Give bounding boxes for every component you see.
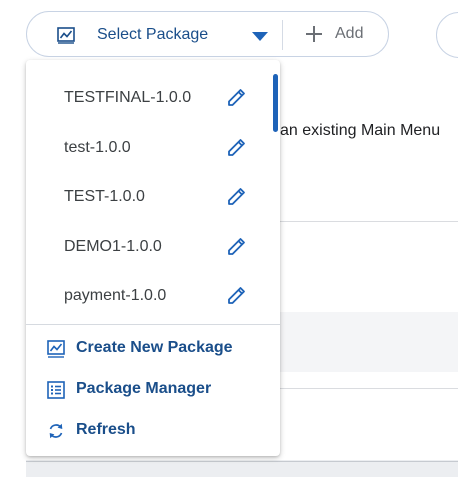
package-dropdown: TESTFINAL-1.0.0 test-1.0.0 TEST-1.0.0 DE…	[26, 60, 280, 456]
caret-down-icon	[252, 32, 268, 41]
package-item[interactable]: DEMO1-1.0.0	[26, 209, 280, 257]
refresh-button[interactable]: Refresh	[26, 412, 280, 450]
background-divider	[280, 388, 458, 389]
package-item[interactable]: TEST-1.0.0	[26, 159, 280, 207]
create-new-package-button[interactable]: Create New Package	[26, 330, 280, 368]
pencil-icon[interactable]	[226, 185, 248, 207]
package-name: DEMO1-1.0.0	[64, 238, 162, 255]
side-round-button[interactable]	[436, 12, 458, 58]
package-item[interactable]: TESTFINAL-1.0.0	[26, 60, 280, 108]
package-name: TESTFINAL-1.0.0	[64, 89, 192, 106]
package-name: payment-1.0.0	[64, 287, 167, 304]
dropdown-divider	[26, 324, 280, 325]
package-chart-icon	[57, 27, 75, 44]
scrollbar-thumb[interactable]	[273, 74, 278, 132]
plus-icon	[306, 26, 322, 42]
package-chart-icon	[47, 340, 65, 358]
background-panel	[280, 312, 458, 372]
add-label: Add	[335, 25, 364, 42]
select-package-label: Select Package	[97, 26, 209, 43]
package-name: TEST-1.0.0	[64, 188, 145, 205]
refresh-icon	[49, 423, 63, 439]
package-toolbar: Select Package Add	[26, 11, 389, 57]
background-footer	[26, 460, 458, 477]
create-new-package-label: Create New Package	[76, 339, 233, 356]
package-name: test-1.0.0	[64, 139, 131, 156]
select-package-button[interactable]: Select Package	[27, 12, 281, 56]
background-divider	[26, 461, 458, 462]
pencil-icon[interactable]	[226, 284, 248, 306]
refresh-label: Refresh	[76, 421, 136, 438]
package-list: TESTFINAL-1.0.0 test-1.0.0 TEST-1.0.0 DE…	[26, 60, 280, 324]
pencil-icon[interactable]	[226, 235, 248, 257]
package-item[interactable]: payment-1.0.0	[26, 258, 280, 306]
toolbar-divider	[282, 20, 283, 50]
package-manager-label: Package Manager	[76, 380, 212, 397]
list-icon	[47, 381, 65, 399]
add-button[interactable]: Add	[299, 12, 379, 56]
page: an existing Main Menu Select Package Add	[0, 0, 458, 477]
pencil-icon[interactable]	[226, 136, 248, 158]
package-manager-button[interactable]: Package Manager	[26, 371, 280, 409]
package-item[interactable]: test-1.0.0	[26, 110, 280, 158]
pencil-icon[interactable]	[226, 86, 248, 108]
background-description: an existing Main Menu	[280, 122, 441, 139]
background-divider	[280, 221, 458, 222]
